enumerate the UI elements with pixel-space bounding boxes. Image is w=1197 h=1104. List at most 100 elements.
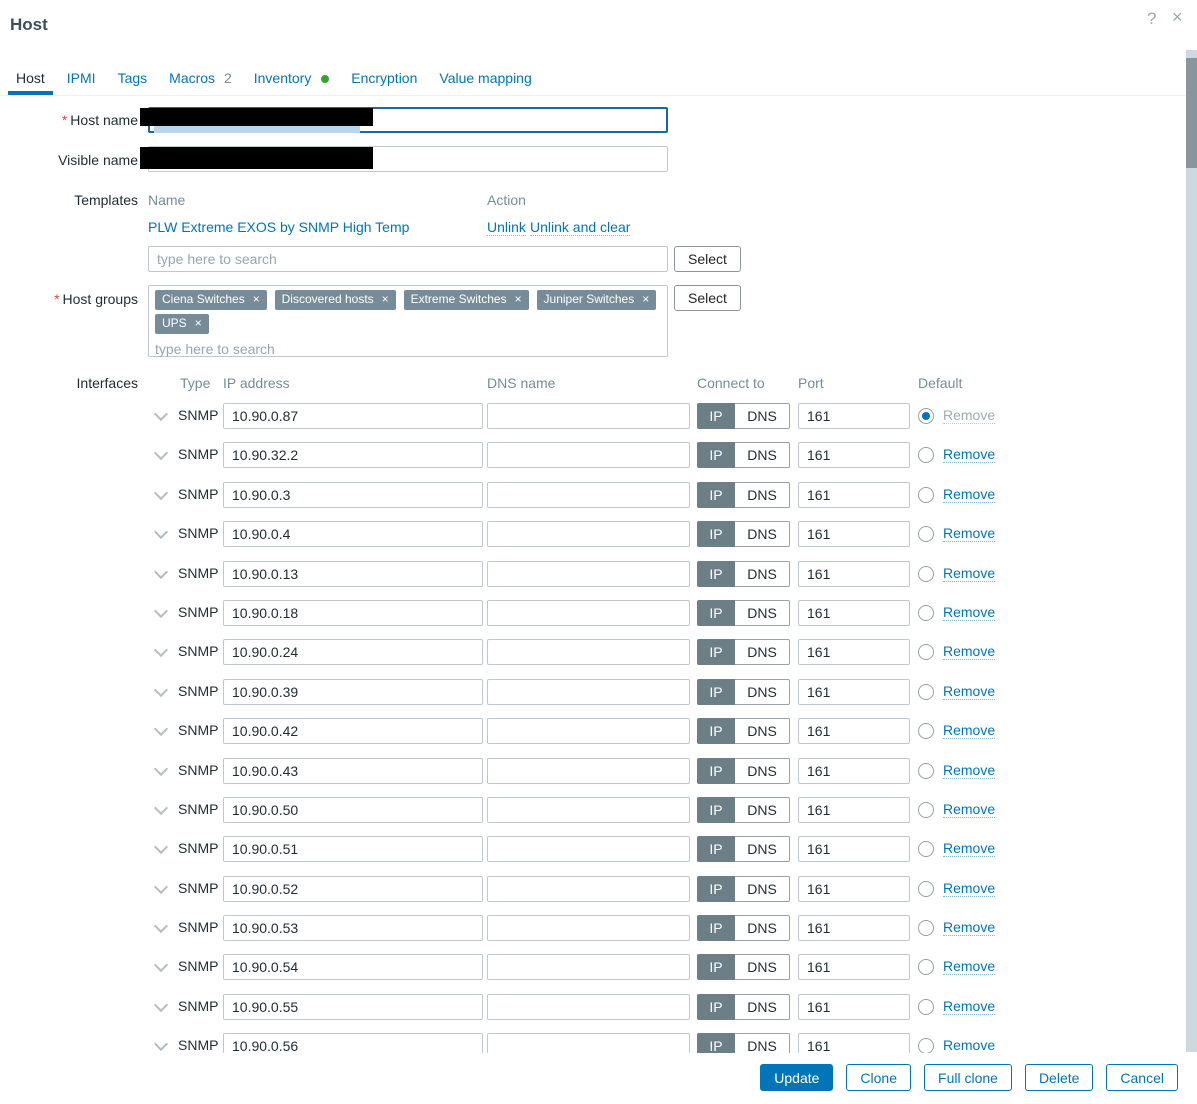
connect-ip-button[interactable]: IP bbox=[697, 954, 735, 981]
connect-dns-button[interactable]: DNS bbox=[735, 875, 790, 902]
chip-remove-icon[interactable]: × bbox=[382, 292, 389, 307]
remove-link[interactable]: Remove bbox=[943, 446, 996, 464]
connect-ip-button[interactable]: IP bbox=[697, 875, 735, 902]
tab-inventory[interactable]: Inventory bbox=[246, 62, 337, 95]
tab-encryption[interactable]: Encryption bbox=[343, 62, 425, 95]
port-input[interactable] bbox=[798, 521, 910, 548]
chevron-down-icon[interactable] bbox=[153, 564, 169, 579]
remove-link[interactable]: Remove bbox=[943, 880, 996, 897]
chip-remove-icon[interactable]: × bbox=[642, 292, 649, 307]
tab-value-mapping[interactable]: Value mapping bbox=[431, 62, 539, 95]
host-groups-select-button[interactable]: Select bbox=[674, 285, 741, 311]
connect-dns-button[interactable]: DNS bbox=[735, 639, 790, 666]
default-radio[interactable] bbox=[918, 801, 934, 818]
default-radio[interactable] bbox=[918, 920, 934, 937]
port-input[interactable] bbox=[798, 915, 910, 942]
remove-link[interactable]: Remove bbox=[943, 604, 996, 621]
connect-ip-button[interactable]: IP bbox=[697, 521, 735, 548]
connect-dns-button[interactable]: DNS bbox=[735, 599, 790, 626]
chevron-down-icon[interactable] bbox=[153, 446, 169, 461]
default-radio[interactable] bbox=[918, 408, 934, 424]
ip-address-input[interactable] bbox=[223, 993, 483, 1020]
port-input[interactable] bbox=[798, 639, 910, 666]
dns-name-input[interactable] bbox=[487, 718, 690, 745]
default-radio[interactable] bbox=[918, 644, 934, 661]
chevron-down-icon[interactable] bbox=[153, 997, 169, 1012]
dns-name-input[interactable] bbox=[487, 993, 690, 1020]
chip-remove-icon[interactable]: × bbox=[195, 316, 202, 331]
ip-address-input[interactable] bbox=[223, 678, 483, 705]
remove-link[interactable]: Remove bbox=[943, 919, 996, 937]
default-radio[interactable] bbox=[918, 841, 934, 858]
remove-link[interactable]: Remove bbox=[943, 525, 996, 543]
default-radio[interactable] bbox=[918, 880, 934, 897]
default-radio[interactable] bbox=[918, 1038, 934, 1055]
ip-address-input[interactable] bbox=[223, 718, 483, 745]
chip-remove-icon[interactable]: × bbox=[515, 292, 522, 307]
remove-link[interactable]: Remove bbox=[943, 486, 996, 503]
ip-address-input[interactable] bbox=[223, 599, 483, 626]
default-radio[interactable] bbox=[918, 526, 934, 543]
default-radio[interactable] bbox=[918, 486, 934, 503]
remove-link[interactable]: Remove bbox=[943, 683, 996, 700]
ip-address-input[interactable] bbox=[223, 442, 483, 469]
linked-template-link[interactable]: PLW Extreme EXOS by SNMP High Temp bbox=[148, 219, 409, 235]
scrollbar-thumb[interactable] bbox=[1186, 58, 1197, 168]
connect-dns-button[interactable]: DNS bbox=[735, 481, 790, 508]
connect-ip-button[interactable]: IP bbox=[697, 796, 735, 823]
dns-name-input[interactable] bbox=[487, 403, 690, 429]
chevron-down-icon[interactable] bbox=[153, 485, 169, 500]
template-select-button[interactable]: Select bbox=[674, 246, 741, 272]
chevron-down-icon[interactable] bbox=[153, 682, 169, 697]
ip-address-input[interactable] bbox=[223, 481, 483, 508]
chevron-down-icon[interactable] bbox=[153, 958, 169, 973]
connect-dns-button[interactable]: DNS bbox=[735, 757, 790, 784]
port-input[interactable] bbox=[798, 875, 910, 902]
chevron-down-icon[interactable] bbox=[153, 525, 169, 540]
dns-name-input[interactable] bbox=[487, 678, 690, 705]
tab-ipmi[interactable]: IPMI bbox=[59, 62, 104, 95]
chip-remove-icon[interactable]: × bbox=[253, 292, 260, 307]
connect-dns-button[interactable]: DNS bbox=[735, 915, 790, 942]
connect-dns-button[interactable]: DNS bbox=[735, 796, 790, 823]
connect-dns-button[interactable]: DNS bbox=[735, 836, 790, 863]
dns-name-input[interactable] bbox=[487, 915, 690, 942]
chevron-down-icon[interactable] bbox=[153, 800, 169, 815]
host-groups-search-placeholder[interactable]: type here to search bbox=[155, 341, 661, 357]
connect-dns-button[interactable]: DNS bbox=[735, 678, 790, 705]
port-input[interactable] bbox=[798, 678, 910, 705]
ip-address-input[interactable] bbox=[223, 403, 483, 429]
ip-address-input[interactable] bbox=[223, 639, 483, 666]
port-input[interactable] bbox=[798, 403, 910, 429]
remove-link[interactable]: Remove bbox=[943, 722, 996, 740]
connect-ip-button[interactable]: IP bbox=[697, 403, 735, 429]
port-input[interactable] bbox=[798, 481, 910, 508]
chevron-down-icon[interactable] bbox=[153, 603, 169, 619]
host-groups-multiselect[interactable]: Ciena Switches × Discovered hosts × Extrem… bbox=[148, 285, 668, 357]
chevron-down-icon[interactable] bbox=[153, 840, 169, 855]
connect-ip-button[interactable]: IP bbox=[697, 678, 735, 705]
default-radio[interactable] bbox=[918, 998, 934, 1015]
connect-dns-button[interactable]: DNS bbox=[735, 403, 790, 429]
connect-dns-button[interactable]: DNS bbox=[735, 718, 790, 745]
default-radio[interactable] bbox=[918, 604, 934, 621]
delete-button[interactable]: Delete bbox=[1024, 1064, 1094, 1091]
connect-ip-button[interactable]: IP bbox=[697, 481, 735, 508]
tab-tags[interactable]: Tags bbox=[110, 62, 156, 95]
dns-name-input[interactable] bbox=[487, 954, 690, 981]
chevron-down-icon[interactable] bbox=[153, 722, 169, 737]
ip-address-input[interactable] bbox=[223, 836, 483, 863]
remove-link[interactable]: Remove bbox=[943, 958, 996, 976]
clone-button[interactable]: Clone bbox=[846, 1064, 912, 1091]
port-input[interactable] bbox=[798, 718, 910, 745]
dns-name-input[interactable] bbox=[487, 796, 690, 823]
update-button[interactable]: Update bbox=[760, 1064, 834, 1091]
dns-name-input[interactable] bbox=[487, 599, 690, 626]
connect-dns-button[interactable]: DNS bbox=[735, 954, 790, 981]
vertical-scrollbar[interactable] bbox=[1186, 50, 1197, 1052]
unlink-link[interactable]: Unlink bbox=[487, 219, 526, 236]
port-input[interactable] bbox=[798, 796, 910, 823]
connect-ip-button[interactable]: IP bbox=[697, 836, 735, 863]
connect-ip-button[interactable]: IP bbox=[697, 599, 735, 626]
ip-address-input[interactable] bbox=[223, 757, 483, 784]
